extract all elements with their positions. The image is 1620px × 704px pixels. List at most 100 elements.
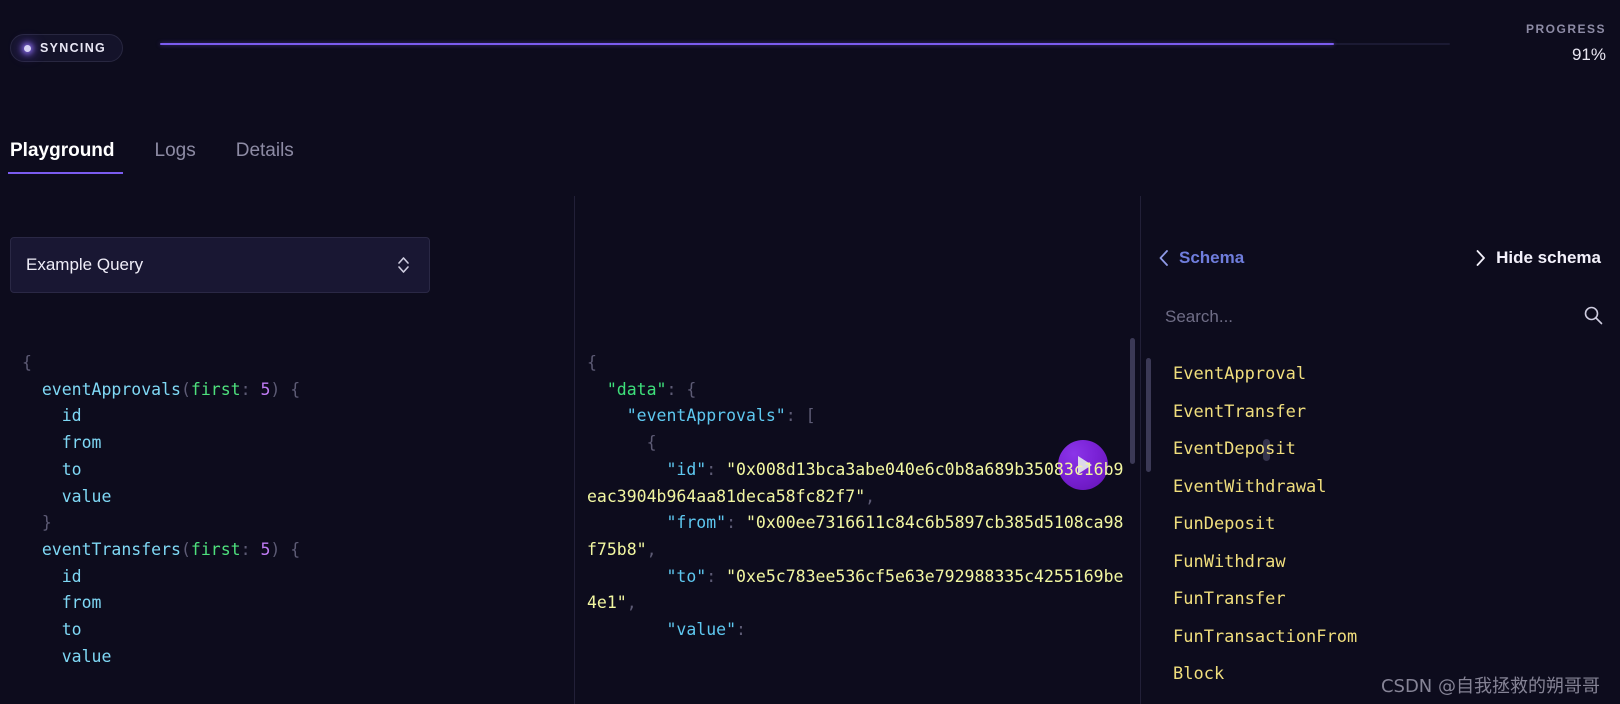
result-token [587,460,666,479]
query-token: value [61,646,112,666]
result-token: : { [666,379,697,399]
sync-status-badge: SYNCING [10,34,124,62]
schema-type-item[interactable]: EventDeposit [1141,431,1620,469]
query-token: ( [180,539,191,559]
query-token [22,460,62,479]
result-token [587,380,607,399]
result-token: { [587,353,597,372]
schema-pane: Schema Hide schema Search... EventApprov… [1140,196,1620,704]
result-token: : [706,566,727,586]
result-token [587,567,666,586]
result-scrollbar-thumb[interactable] [1130,338,1135,464]
progress-meta: PROGRESS 91% [1526,22,1606,65]
query-token: ) { [270,379,301,399]
query-token: : [240,379,261,399]
progress-value: 91% [1571,45,1606,64]
schema-type-item[interactable]: FunTransactionFrom [1141,619,1620,657]
query-token: id [61,406,82,426]
query-token: ( [180,379,191,399]
schema-type-item[interactable]: FunTransfer [1141,581,1620,619]
result-line: "data": { [587,377,1125,404]
result-token [587,513,666,532]
tab-playground[interactable]: Playground [0,140,135,174]
query-line: to [22,617,562,644]
schema-back-button[interactable]: Schema [1157,248,1244,268]
query-token [22,433,62,452]
query-selector-dropdown[interactable]: Example Query [10,237,430,293]
query-token [22,567,62,586]
query-token: id [61,566,82,586]
schema-type-item[interactable]: EventApproval [1141,356,1620,394]
query-token [22,620,62,639]
result-token: , [626,593,637,613]
result-line: { [587,350,1125,377]
query-token: to [61,620,82,640]
main-content: Example Query { eventApprovals(first: 5)… [0,196,1620,704]
query-line: id [22,564,562,591]
query-token: eventApprovals [41,379,181,399]
tab-logs[interactable]: Logs [135,140,216,174]
result-token: "from" [666,513,727,533]
schema-type-item[interactable]: FunDeposit [1141,506,1620,544]
query-line: value [22,644,562,671]
query-result-pane: { "data": { "eventApprovals": [ { "id" : … [574,196,1140,704]
result-token: : [ [785,406,816,426]
query-token: ) { [270,539,301,559]
result-token [587,406,627,425]
tab-details[interactable]: Details [216,140,314,174]
query-line: } [22,510,562,537]
query-token [22,540,42,559]
result-token: , [646,539,657,559]
schema-type-item[interactable]: Block [1141,656,1620,694]
result-token: "eventApprovals" [626,406,786,426]
result-token: "to" [666,566,707,586]
result-token: "data" [606,379,667,399]
result-token: , [865,486,876,506]
result-token: { [587,433,657,453]
sync-indicator-dot [24,44,31,52]
query-line: from [22,430,562,457]
query-line: value [22,484,562,511]
progress-label: PROGRESS [1525,22,1606,36]
hide-schema-button[interactable]: Hide schema [1474,248,1601,268]
query-token: } [22,513,52,533]
query-token [22,647,62,666]
schema-back-label: Schema [1179,248,1245,267]
result-token: "id" [666,459,707,479]
chevron-up-down-icon [396,254,411,276]
query-line: { [22,350,562,377]
query-selector-value: Example Query [26,255,144,274]
query-token: to [61,459,82,479]
query-token: from [61,433,102,453]
main-tabs: Playground Logs Details [0,140,314,188]
query-line: eventApprovals(first: 5) { [22,377,562,404]
hide-schema-label: Hide schema [1496,248,1601,267]
query-token: 5 [260,379,271,399]
sync-status-bar: SYNCING PROGRESS 91% [0,0,1620,95]
result-token: "value" [666,620,737,640]
json-result-code: { "data": { "eventApprovals": [ { "id" : … [587,350,1125,704]
schema-type-item[interactable]: EventTransfer [1141,394,1620,432]
schema-type-item[interactable]: EventWithdrawal [1141,469,1620,507]
query-token: first [190,379,241,399]
query-token: from [61,593,102,613]
chevron-left-icon [1157,248,1170,268]
result-line: "from": "0x00ee7316611c84c6b5897cb385d51… [587,510,1125,563]
schema-search-input[interactable] [1165,307,1583,327]
query-token [22,406,62,425]
query-line: eventTransfers(first: 5) { [22,537,562,564]
schema-type-item[interactable]: FunWithdraw [1141,544,1620,582]
result-token: : [706,459,727,479]
graphql-query-code[interactable]: { eventApprovals(first: 5) { id from to … [22,350,562,704]
result-token: : [726,513,746,533]
query-token: 5 [260,539,271,559]
query-token [22,487,62,506]
sync-progress-bar [160,43,1450,45]
query-token: { [22,353,32,372]
result-token: : [736,620,756,640]
query-editor-pane: Example Query { eventApprovals(first: 5)… [0,196,1140,704]
query-line: id [22,403,562,430]
search-icon[interactable] [1583,305,1603,330]
query-line: to [22,457,562,484]
result-line: "to": "0xe5c783ee536cf5e63e792988335c425… [587,564,1125,617]
